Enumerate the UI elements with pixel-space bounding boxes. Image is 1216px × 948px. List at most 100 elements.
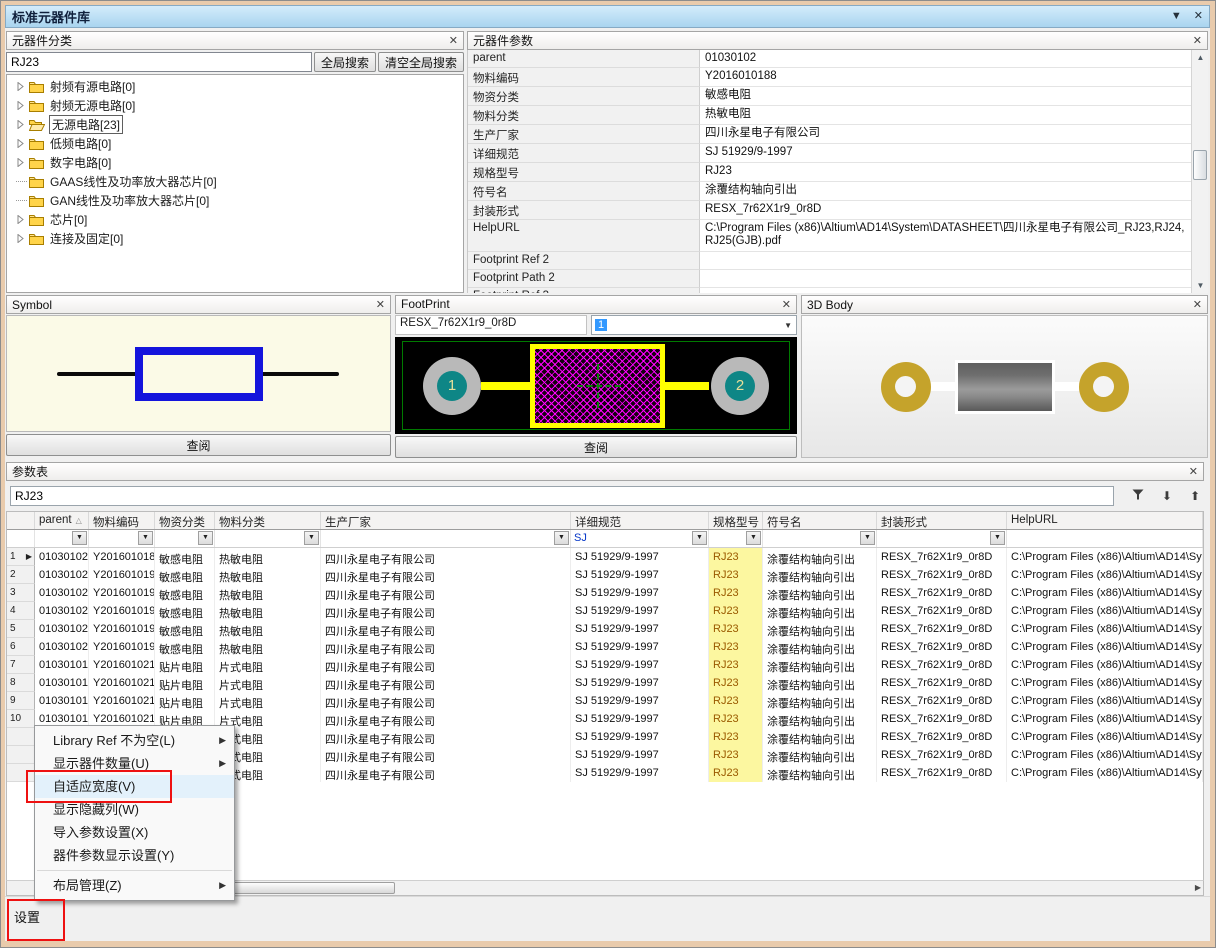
row-number-cell[interactable]: 3 xyxy=(7,584,35,602)
hscrollbar-thumb[interactable] xyxy=(207,882,395,894)
tree-item[interactable]: 芯片[0] xyxy=(7,210,463,229)
filter-cell[interactable]: ▼ xyxy=(35,530,89,547)
column-header[interactable]: HelpURL xyxy=(1007,512,1203,529)
scroll-right-icon[interactable]: ▶ xyxy=(1195,883,1201,892)
dropdown-arrow-icon[interactable]: ▼ xyxy=(72,531,87,545)
row-number-cell[interactable]: 4 xyxy=(7,602,35,620)
filter-cell[interactable]: ▼ xyxy=(877,530,1007,547)
dropdown-arrow-icon[interactable]: ▼ xyxy=(990,531,1005,545)
row-number-cell[interactable] xyxy=(7,728,35,746)
tree-item[interactable]: GAN线性及功率放大器芯片[0] xyxy=(7,191,463,210)
param-row[interactable]: 详细规范SJ 51929/9-1997 xyxy=(468,144,1191,163)
expand-arrow-icon[interactable] xyxy=(16,82,25,91)
filter-cell[interactable]: ▼ xyxy=(763,530,877,547)
table-row[interactable]: 701030101Y2016010210贴片电阻片式电阻四川永星电子有限公司SJ… xyxy=(7,656,1203,674)
close-icon[interactable]: ✕ xyxy=(782,298,791,311)
clear-global-search-button[interactable]: 清空全局搜索 xyxy=(378,52,464,72)
menu-item[interactable]: 导入参数设置(X) xyxy=(35,821,234,844)
scrollbar-thumb[interactable] xyxy=(1193,150,1207,180)
param-row[interactable]: 规格型号RJ23 xyxy=(468,163,1191,182)
close-icon[interactable]: ✕ xyxy=(449,34,458,47)
filter-cell[interactable]: ▼ xyxy=(709,530,763,547)
filter-cell[interactable]: ▼ xyxy=(321,530,571,547)
close-icon[interactable]: ✕ xyxy=(1194,5,1203,28)
dropdown-arrow-icon[interactable]: ▼ xyxy=(554,531,569,545)
row-number-cell[interactable]: 2 xyxy=(7,566,35,584)
dropdown-arrow-icon[interactable]: ▼ xyxy=(860,531,875,545)
tree-item[interactable]: 射频有源电路[0] xyxy=(7,77,463,96)
filter-cell[interactable] xyxy=(1007,530,1203,547)
param-row[interactable]: parent01030102 xyxy=(468,50,1191,68)
row-number-cell[interactable]: 10 xyxy=(7,710,35,728)
param-row[interactable]: HelpURLC:\Program Files (x86)\Altium\AD1… xyxy=(468,220,1191,252)
classification-search-input[interactable] xyxy=(6,52,312,72)
table-row[interactable]: 301030102Y2016010192敏感电阻热敏电阻四川永星电子有限公司SJ… xyxy=(7,584,1203,602)
menu-item[interactable]: Library Ref 不为空(L)▶ xyxy=(35,729,234,752)
close-icon[interactable]: ✕ xyxy=(1193,298,1202,311)
param-row[interactable]: Footprint Path 2 xyxy=(468,270,1191,288)
dropdown-arrow-icon[interactable]: ▼ xyxy=(784,321,792,330)
table-row[interactable]: 901030101Y2016010213贴片电阻片式电阻四川永星电子有限公司SJ… xyxy=(7,692,1203,710)
collapse-arrow-icon[interactable]: ▼ xyxy=(1171,5,1182,28)
tree-item[interactable]: 无源电路[23] xyxy=(7,115,463,134)
footprint-view-button[interactable]: 查阅 xyxy=(395,436,797,458)
filter-funnel-icon[interactable] xyxy=(1132,489,1144,503)
param-row[interactable]: Footprint Ref 2 xyxy=(468,252,1191,270)
tree-item[interactable]: GAAS线性及功率放大器芯片[0] xyxy=(7,172,463,191)
column-header[interactable]: 物资分类 xyxy=(155,512,215,529)
column-header[interactable]: 物料分类 xyxy=(215,512,321,529)
scroll-down-icon[interactable]: ▼ xyxy=(1192,278,1208,293)
param-row[interactable]: 符号名涂覆结构轴向引出 xyxy=(468,182,1191,201)
expand-arrow-icon[interactable] xyxy=(16,215,25,224)
param-row[interactable]: 物料编码Y2016010188 xyxy=(468,68,1191,87)
expand-arrow-icon[interactable] xyxy=(16,101,25,110)
filter-cell[interactable]: ▼ xyxy=(89,530,155,547)
table-filter-input[interactable] xyxy=(10,486,1114,506)
table-row[interactable]: 201030102Y2016010190敏感电阻热敏电阻四川永星电子有限公司SJ… xyxy=(7,566,1203,584)
row-number-cell[interactable]: 8 xyxy=(7,674,35,692)
param-row[interactable]: 封装形式RESX_7r62X1r9_0r8D xyxy=(468,201,1191,220)
param-row[interactable]: Footprint Ref 3 xyxy=(468,288,1191,293)
column-header[interactable]: 规格型号 xyxy=(709,512,763,529)
tree-item[interactable]: 射频无源电路[0] xyxy=(7,96,463,115)
row-number-cell[interactable]: 9 xyxy=(7,692,35,710)
expand-arrow-icon[interactable] xyxy=(16,234,25,243)
footprint-selector[interactable]: 1 ▼ xyxy=(591,315,797,335)
symbol-view-button[interactable]: 查阅 xyxy=(6,434,391,456)
filter-cell[interactable]: SJ▼ xyxy=(571,530,709,547)
filter-cell[interactable]: ▼ xyxy=(155,530,215,547)
dropdown-arrow-icon[interactable]: ▼ xyxy=(198,531,213,545)
scroll-up-icon[interactable]: ▲ xyxy=(1192,50,1208,65)
close-icon[interactable]: ✕ xyxy=(1193,34,1202,47)
close-icon[interactable]: ✕ xyxy=(1189,465,1198,478)
table-row[interactable]: 401030102Y2016010194敏感电阻热敏电阻四川永星电子有限公司SJ… xyxy=(7,602,1203,620)
row-number-cell[interactable]: 6 xyxy=(7,638,35,656)
arrow-up-icon[interactable]: ⬆ xyxy=(1190,489,1200,503)
filter-cell[interactable]: ▼ xyxy=(215,530,321,547)
close-icon[interactable]: ✕ xyxy=(376,298,385,311)
column-header[interactable]: 物料编码 xyxy=(89,512,155,529)
menu-item[interactable]: 器件参数显示设置(Y) xyxy=(35,844,234,867)
params-scrollbar[interactable]: ▲ ▼ xyxy=(1191,50,1208,293)
column-header[interactable]: parent△ xyxy=(35,512,89,529)
table-row[interactable]: 801030101Y2016010211贴片电阻片式电阻四川永星电子有限公司SJ… xyxy=(7,674,1203,692)
dropdown-arrow-icon[interactable]: ▼ xyxy=(746,531,761,545)
global-search-button[interactable]: 全局搜索 xyxy=(314,52,376,72)
table-row[interactable]: 1▶01030102Y2016010188敏感电阻热敏电阻四川永星电子有限公司S… xyxy=(7,548,1203,566)
tree-item[interactable]: 数字电路[0] xyxy=(7,153,463,172)
tree-item[interactable]: 低频电路[0] xyxy=(7,134,463,153)
menu-item[interactable]: 布局管理(Z)▶ xyxy=(35,874,234,897)
tree-item[interactable]: 连接及固定[0] xyxy=(7,229,463,248)
footprint-name[interactable]: RESX_7r62X1r9_0r8D xyxy=(395,315,587,335)
param-row[interactable]: 物料分类热敏电阻 xyxy=(468,106,1191,125)
expand-arrow-icon[interactable] xyxy=(16,139,25,148)
param-row[interactable]: 物资分类敏感电阻 xyxy=(468,87,1191,106)
dropdown-arrow-icon[interactable]: ▼ xyxy=(138,531,153,545)
row-number-cell[interactable] xyxy=(7,746,35,764)
param-row[interactable]: 生产厂家四川永星电子有限公司 xyxy=(468,125,1191,144)
row-number-cell[interactable]: 5 xyxy=(7,620,35,638)
expand-arrow-icon[interactable] xyxy=(16,120,25,129)
row-number-cell[interactable]: 1▶ xyxy=(7,548,35,566)
column-header[interactable]: 封装形式 xyxy=(877,512,1007,529)
dropdown-arrow-icon[interactable]: ▼ xyxy=(304,531,319,545)
